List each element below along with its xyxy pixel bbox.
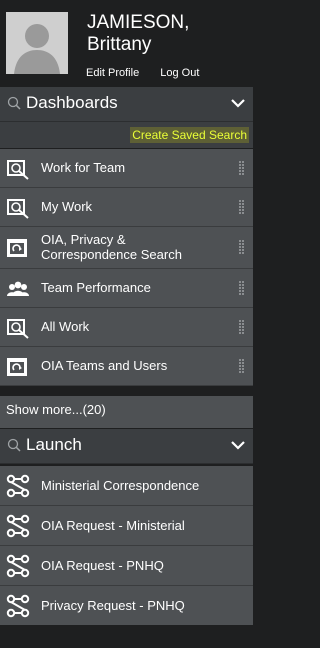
avatar-silhouette-icon <box>6 12 68 74</box>
launch-item-label: OIA Request - Ministerial <box>41 518 185 533</box>
search-icon <box>7 438 21 452</box>
saved-search-bar: Create Saved Search <box>0 122 253 148</box>
launch-item-label: OIA Request - PNHQ <box>41 558 164 573</box>
dashboard-item-my-work[interactable]: My Work <box>0 188 253 227</box>
dashboards-title: Dashboards <box>26 93 118 112</box>
workflow-icon <box>6 514 30 538</box>
sidebar-footer <box>0 625 253 648</box>
profile-links: Edit Profile Log Out <box>86 67 217 79</box>
dashboard-item-oia-teams-and-users[interactable]: OIA Teams and Users <box>0 347 253 386</box>
dashboard-item-label: My Work <box>41 199 93 214</box>
dashboard-item-label: OIA, Privacy & Correspondence Search <box>41 232 182 262</box>
drag-handle-icon[interactable] <box>239 359 245 375</box>
drag-handle-icon[interactable] <box>239 320 245 336</box>
drag-handle-icon[interactable] <box>239 281 245 297</box>
create-saved-search-link[interactable]: Create Saved Search <box>130 127 249 143</box>
launch-item-ministerial-correspondence[interactable]: Ministerial Correspondence <box>0 466 253 506</box>
dashboard-item-work-for-team[interactable]: Work for Team <box>0 149 253 188</box>
dashboard-item-label-line2: Correspondence Search <box>41 247 182 262</box>
launch-header[interactable]: Launch <box>0 429 253 464</box>
launch-title: Launch <box>26 435 82 454</box>
refresh-box-icon <box>7 358 27 376</box>
dashboards-header[interactable]: Dashboards <box>0 87 253 122</box>
chevron-down-icon[interactable] <box>231 441 245 450</box>
launch-list: Ministerial Correspondence OIA Request -… <box>0 466 253 626</box>
user-first-name: Brittany <box>87 34 152 55</box>
user-name: JAMIESON, Brittany <box>87 12 189 56</box>
dashboard-item-label: Work for Team <box>41 160 126 175</box>
workflow-icon <box>6 594 30 618</box>
dashboard-item-team-performance[interactable]: Team Performance <box>0 269 253 308</box>
dashboard-item-all-work[interactable]: All Work <box>0 308 253 347</box>
sidebar: JAMIESON, Brittany Edit Profile Log Out … <box>0 0 253 648</box>
dashboards-list: Work for Team My Work OIA, Privacy & Cor… <box>0 149 253 386</box>
show-more-link[interactable]: Show more...(20) <box>0 396 253 428</box>
drag-handle-icon[interactable] <box>239 200 245 216</box>
people-icon <box>7 281 29 296</box>
workflow-icon <box>6 474 30 498</box>
launch-item-oia-request-pnhq[interactable]: OIA Request - PNHQ <box>0 546 253 586</box>
launch-item-label: Privacy Request - PNHQ <box>41 598 185 613</box>
refresh-box-icon <box>7 239 27 257</box>
log-out-link[interactable]: Log Out <box>160 67 199 79</box>
edit-profile-link[interactable]: Edit Profile <box>86 67 139 79</box>
profile-header: JAMIESON, Brittany Edit Profile Log Out <box>0 0 253 86</box>
search-document-icon <box>7 319 29 339</box>
drag-handle-icon[interactable] <box>239 240 245 256</box>
dashboard-item-label: Team Performance <box>41 280 151 295</box>
workflow-icon <box>6 554 30 578</box>
chevron-down-icon[interactable] <box>231 99 245 108</box>
dashboard-item-label-line1: OIA, Privacy & <box>41 232 126 247</box>
launch-item-label: Ministerial Correspondence <box>41 478 200 493</box>
search-icon <box>7 96 21 110</box>
drag-handle-icon[interactable] <box>239 161 245 177</box>
launch-item-privacy-request-pnhq[interactable]: Privacy Request - PNHQ <box>0 586 253 626</box>
dashboard-item-label: OIA Teams and Users <box>41 358 168 373</box>
user-last-name: JAMIESON, <box>87 12 190 33</box>
dashboard-item-oia-privacy-correspondence-search[interactable]: OIA, Privacy & Correspondence Search <box>0 227 253 269</box>
search-document-icon <box>7 199 29 219</box>
avatar[interactable] <box>6 12 68 74</box>
search-document-icon <box>7 160 29 180</box>
dashboard-item-label: All Work <box>41 319 90 334</box>
launch-item-oia-request-ministerial[interactable]: OIA Request - Ministerial <box>0 506 253 546</box>
